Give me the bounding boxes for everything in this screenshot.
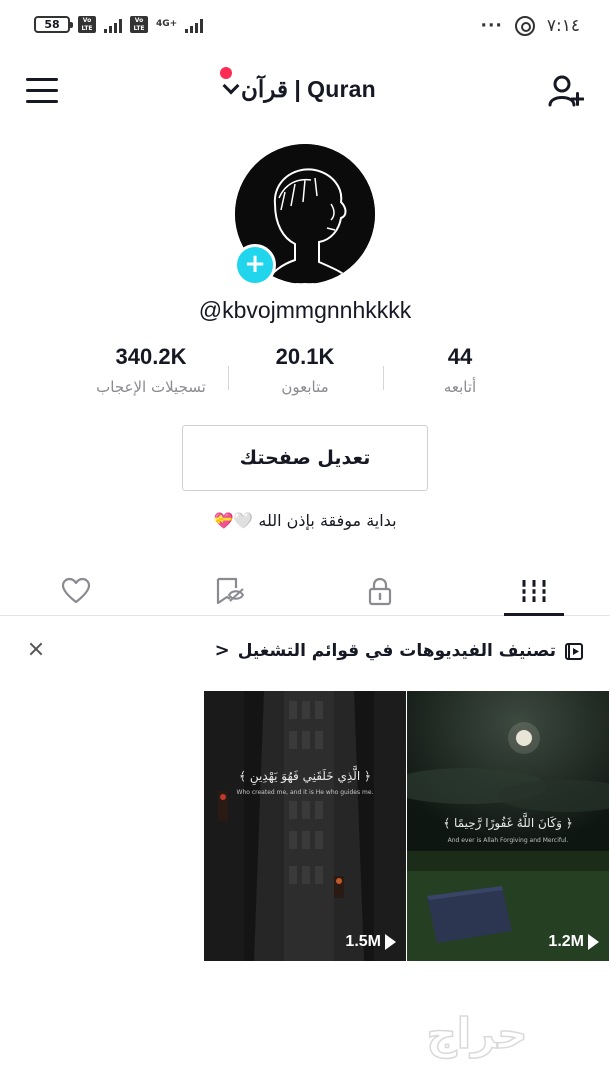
account-title: قرآن | Quran — [241, 76, 376, 102]
stat-value: 20.1K — [275, 344, 335, 369]
view-count-value: 1.2M — [548, 933, 584, 950]
playlist-text: تصنيف الفيديوهات في قوائم التشغيل — [237, 640, 556, 661]
edit-profile-button[interactable]: تعديل صفحتك — [182, 425, 428, 491]
play-icon — [588, 934, 599, 950]
chevron-left-icon: < — [214, 640, 230, 661]
signal-icon-2 — [185, 17, 204, 33]
lock-icon — [368, 577, 392, 606]
video-caption: ﴿ وَكَانَ اللَّهُ غَفُورًا رَّحِيمًا ﴾ — [443, 816, 573, 830]
tab-liked[interactable] — [46, 568, 106, 614]
battery-indicator: 58 — [34, 16, 73, 33]
tab-private[interactable] — [350, 568, 410, 614]
more-icon: ··· — [480, 16, 503, 36]
video-caption: ﴿ الَّذِي خَلَقَنِي فَهُوَ يَهْدِينِ ﴾ — [238, 769, 371, 783]
playlist-link[interactable]: تصنيف الفيديوهات في قوائم التشغيل < — [215, 640, 584, 661]
video-subcaption: And ever is Allah Forgiving and Merciful… — [447, 837, 569, 844]
chevron-down-icon — [222, 77, 240, 94]
hidden-bookmark-icon — [216, 577, 245, 605]
stat-value: 44 — [447, 344, 473, 369]
add-user-icon[interactable] — [548, 74, 584, 108]
view-count-value: 1.5M — [345, 933, 381, 950]
network-group: 4G+ — [156, 20, 177, 29]
top-nav: قرآن | Quran — [0, 56, 610, 128]
haraj-watermark-logo: حراج — [426, 1008, 529, 1060]
account-switcher[interactable]: قرآن | Quran — [222, 76, 376, 103]
bio: بداية موفقة بإذن الله 🤍💝 — [213, 511, 397, 530]
view-count: 1.5M — [345, 933, 396, 951]
add-avatar-button[interactable]: + — [234, 244, 276, 286]
video-thumbnail[interactable]: ﴿ وَكَانَ اللَّهُ غَفُورًا رَّحِيمًا ﴾ A… — [407, 691, 609, 961]
volte-icon-2: Vo LTE — [130, 16, 148, 33]
watermark-text: حراج — [426, 1009, 527, 1059]
stat-value: 340.2K — [115, 344, 187, 369]
status-left: 58 Vo LTE Vo LTE 4G+ — [34, 16, 204, 33]
close-icon[interactable] — [26, 640, 46, 660]
network-type: 4G+ — [156, 19, 178, 29]
status-bar: 58 Vo LTE Vo LTE 4G+ ··· ٧:١٤ — [0, 0, 610, 56]
video-thumbnail[interactable]: ﴿ الَّذِي خَلَقَنِي فَهُوَ يَهْدِينِ ﴾ W… — [204, 691, 406, 961]
video-subcaption: Who created me, and it is He who guides … — [236, 789, 374, 796]
stat-likes[interactable]: 340.2K تسجيلات الإعجاب — [76, 344, 226, 396]
tab-videos[interactable] — [504, 568, 564, 614]
whatsapp-icon — [514, 16, 535, 36]
signal-icon — [104, 17, 122, 33]
profile-stats: 340.2K تسجيلات الإعجاب 20.1K متابعون 44 … — [0, 344, 610, 410]
heart-icon — [61, 577, 91, 604]
status-right: ··· ٧:١٤ — [480, 16, 580, 36]
username: @kbvojmmgnnhkkkk — [198, 297, 412, 323]
profile-tabs — [0, 562, 610, 616]
clock: ٧:١٤ — [546, 16, 580, 36]
play-icon — [385, 934, 396, 950]
menu-icon[interactable] — [26, 78, 58, 104]
tab-favorites[interactable] — [200, 568, 260, 614]
volte-icon: Vo LTE — [78, 16, 96, 33]
tab-indicator — [504, 613, 564, 616]
stat-label: أتابعه — [443, 378, 477, 396]
stat-label: تسجيلات الإعجاب — [96, 378, 206, 396]
playlist-banner: تصنيف الفيديوهات في قوائم التشغيل < — [0, 630, 610, 676]
view-count: 1.2M — [548, 933, 599, 951]
stat-following[interactable]: 44 أتابعه — [385, 344, 535, 396]
stat-divider — [383, 366, 384, 390]
playlist-icon — [565, 642, 583, 660]
stat-divider — [228, 366, 229, 390]
city-building-image — [204, 691, 406, 961]
grid-icon — [520, 580, 548, 602]
stat-followers[interactable]: 20.1K متابعون — [230, 344, 380, 396]
stat-label: متابعون — [281, 378, 329, 396]
